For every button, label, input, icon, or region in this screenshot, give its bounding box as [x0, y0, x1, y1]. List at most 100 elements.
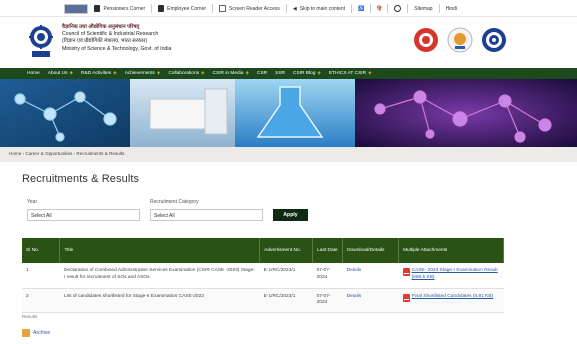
- divider: [285, 4, 287, 13]
- nav-item-csr[interactable]: CSR: [257, 71, 267, 76]
- breadcrumb-bar: Home › Career & Opportunities › Recruitm…: [0, 147, 577, 162]
- site-header: वैज्ञानिक तथा औद्योगिक अनुसंधान परिषद् C…: [0, 17, 577, 68]
- results-label: Results: [22, 314, 38, 319]
- sitemap-label: Sitemap: [414, 5, 433, 12]
- nav-item-ethics-at-csir[interactable]: ETHICS AT CSIR +: [329, 71, 372, 77]
- language-toggle[interactable]: हिं: [377, 6, 381, 12]
- nav-item-label: CSIR in Media: [212, 71, 244, 76]
- nav-item-label: CSIR Blog: [293, 71, 316, 76]
- divider: [212, 4, 214, 13]
- language-label: हिं: [377, 5, 382, 12]
- header-adv-no: Advertisment No.: [259, 238, 314, 263]
- year-select[interactable]: Select All: [27, 209, 140, 221]
- employee-corner-link[interactable]: Employee Corner: [158, 5, 206, 12]
- plus-icon: +: [368, 70, 372, 77]
- nav-item-label: ETHICS AT CSIR: [328, 71, 367, 76]
- nav-item-label: SSR: [275, 71, 285, 76]
- partner-logos: [413, 27, 507, 53]
- divider: [370, 4, 372, 13]
- nav-item-r-d-activities[interactable]: R&D Activities +: [81, 71, 117, 77]
- screen-reader-icon: [219, 5, 227, 12]
- row-title: Declaration of Combined Administrative S…: [59, 263, 260, 289]
- divider: [387, 4, 389, 13]
- nav-item-home[interactable]: Home: [27, 71, 40, 76]
- banner-panel-structure: [355, 79, 577, 147]
- table-row: 1 Declaration of Combined Administrative…: [22, 263, 504, 289]
- breadcrumb[interactable]: Home › Career & Opportunities › Recruitm…: [9, 151, 124, 156]
- skip-to-main-link[interactable]: ◀ Skip to main content: [293, 6, 345, 12]
- screen-reader-label: Screen Reader Access: [229, 5, 280, 12]
- row-last-date: 07-07-2024: [312, 263, 343, 289]
- row-sl: 2: [22, 288, 60, 314]
- category-label: Recruitment Category: [150, 199, 199, 205]
- plus-icon: +: [69, 70, 74, 77]
- plus-icon: +: [201, 70, 205, 77]
- search-icon: [394, 5, 402, 12]
- emblem-logo-icon: [482, 28, 506, 52]
- year-label: Year: [27, 199, 38, 205]
- nav-item-about-us[interactable]: About Us +: [48, 71, 73, 77]
- nav-item-csir-blog[interactable]: CSIR Blog +: [293, 71, 321, 77]
- ministry-english: Ministry of Science & Technology, Govt. …: [62, 45, 172, 52]
- csir-logo-icon[interactable]: [28, 25, 54, 59]
- row-title: List of candidates shortlisted for Stage…: [59, 288, 260, 314]
- search-button[interactable]: [394, 5, 402, 12]
- main-navigation: Home About Us + R&D Activities + Achievements…: [0, 68, 577, 79]
- jubilee-logo-icon: [447, 27, 473, 53]
- nav-item-label: Achievements: [124, 71, 155, 76]
- apply-button[interactable]: Apply: [273, 209, 308, 221]
- page-title: Recruitments & Results: [22, 173, 140, 185]
- divider: [438, 4, 440, 13]
- screen-reader-link[interactable]: Screen Reader Access: [219, 5, 280, 12]
- nav-item-ssr[interactable]: SSR: [275, 71, 285, 76]
- plus-icon: +: [245, 70, 249, 77]
- row-adv-no: E-1/RC/2023/1: [259, 288, 313, 314]
- category-select[interactable]: Select All: [150, 209, 263, 221]
- nav-item-label: CSR: [256, 71, 268, 76]
- user-icon: [94, 5, 101, 12]
- details-link[interactable]: Details: [347, 294, 362, 299]
- nav-item-collaborations[interactable]: Collaborations +: [168, 71, 204, 77]
- row-sl: 1: [22, 263, 60, 289]
- hindi-label: Hindi: [445, 5, 457, 12]
- table-row: 2 List of candidates shortlisted for Sta…: [22, 288, 504, 314]
- category-select-value: Select All: [154, 213, 175, 219]
- org-name-hindi: वैज्ञानिक तथा औद्योगिक अनुसंधान परिषद्: [62, 24, 140, 30]
- attachment-link[interactable]: Final Shortlisted Candidates (5.81 KB): [402, 293, 500, 302]
- hindi-link[interactable]: Hindi: [446, 6, 457, 12]
- nav-item-csir-in-media[interactable]: CSIR in Media +: [213, 71, 249, 77]
- archive-link[interactable]: Archive: [22, 329, 50, 337]
- sitemap-link[interactable]: Sitemap: [414, 6, 432, 12]
- pensioners-corner-label: Pensioners Corner: [103, 5, 146, 12]
- skip-to-main-label: Skip to main content: [299, 5, 346, 12]
- nav-item-label: Home: [27, 71, 40, 76]
- user-icon: [158, 5, 165, 12]
- partner-logo-icon: [414, 28, 438, 52]
- pdf-icon: [402, 268, 410, 276]
- india-flag-icon: [64, 3, 89, 14]
- header-download: Download/Details: [342, 238, 400, 263]
- header-last-date: Last Date: [312, 238, 344, 263]
- header-title: Title: [59, 238, 261, 263]
- organization-name: वैज्ञानिक तथा औद्योगिक अनुसंधान परिषद् C…: [62, 24, 171, 53]
- row-last-date: 07-07-2024: [312, 288, 343, 314]
- accessibility-icon: ♿: [358, 5, 365, 12]
- plus-icon: +: [317, 70, 321, 77]
- attachment-link[interactable]: CASE- 2023 Stage-I Examination Result (6…: [402, 268, 500, 282]
- employee-corner-label: Employee Corner: [167, 5, 207, 12]
- archive-icon: [22, 329, 30, 337]
- pensioners-corner-link[interactable]: Pensioners Corner: [94, 5, 145, 12]
- hero-banner: [0, 79, 577, 147]
- divider: [351, 4, 353, 13]
- divider: [151, 4, 153, 13]
- pdf-icon: [402, 293, 410, 302]
- nav-item-achievements[interactable]: Achievements +: [125, 71, 161, 77]
- ministry-hindi: (विज्ञान एवं प्रौद्योगिकी मंत्रालय, भारत…: [62, 38, 148, 45]
- archive-label: Archive: [33, 330, 51, 336]
- nav-item-label: Collaborations: [168, 71, 200, 76]
- attachment-label: Final Shortlisted Candidates (5.81 KB): [411, 293, 494, 299]
- details-link[interactable]: Details: [347, 268, 362, 273]
- recruitment-table: Sl No. Title Advertisment No. Last Date …: [22, 238, 504, 314]
- accessibility-button[interactable]: ♿: [358, 6, 364, 12]
- row-adv-no: E-1/RC/2023/1: [259, 263, 313, 289]
